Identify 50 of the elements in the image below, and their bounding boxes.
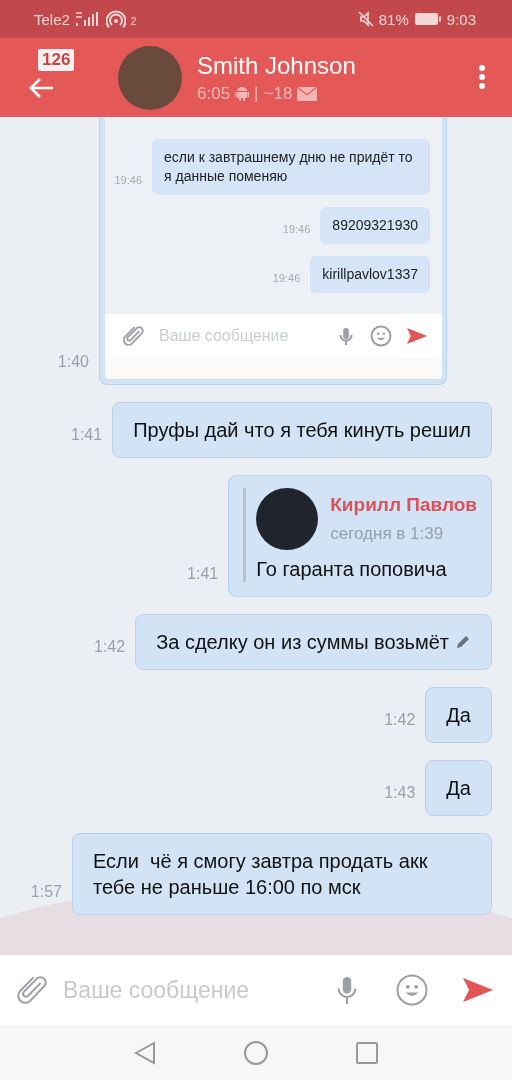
paperclip-icon[interactable] — [123, 325, 145, 347]
message-bubble: Пруфы дай что я тебя кинуть решил — [112, 402, 492, 458]
android-icon — [235, 85, 250, 102]
message-text: Го гаранта поповича — [256, 557, 448, 582]
message-time: 19:46 — [272, 271, 301, 284]
message-bubble: 89209321930 — [320, 206, 430, 244]
message-time: 1:41 — [187, 565, 219, 583]
distance-label: ~18 — [263, 83, 293, 104]
send-icon[interactable] — [462, 977, 494, 1003]
envelope-icon — [297, 86, 318, 101]
send-icon[interactable] — [406, 327, 428, 345]
message-time: 1:42 — [94, 638, 126, 656]
message-time: 1:41 — [71, 426, 103, 444]
battery-percent: 81% — [378, 10, 409, 28]
last-seen-time: 6:05 — [197, 83, 231, 104]
more-icon — [478, 63, 486, 90]
home-nav-icon[interactable] — [244, 1040, 268, 1065]
clock: 9:03 — [446, 10, 476, 28]
back-nav-icon[interactable] — [134, 1040, 156, 1065]
message-time: 19:46 — [114, 173, 142, 186]
mute-icon — [357, 11, 374, 27]
message-time: 1:42 — [384, 711, 416, 729]
hotspot-count: 2 — [130, 16, 137, 27]
unread-badge: 126 — [38, 49, 75, 71]
recents-nav-icon[interactable] — [356, 1041, 378, 1064]
message-bubble: Да — [425, 687, 492, 743]
message-bubble: Да — [425, 760, 492, 816]
message-time: 1:40 — [57, 353, 89, 371]
battery-icon — [413, 12, 442, 26]
separator: | — [254, 83, 259, 104]
message-bubble: Если чё я смогу завтра продать акк тебе не раньше 16:00 по мск — [72, 833, 492, 915]
carrier-label: Tele2 — [34, 10, 70, 28]
quote-author: Кирилл Павлов — [330, 492, 477, 517]
contact-name: Smith Johnson — [197, 51, 356, 80]
back-arrow-icon — [28, 76, 54, 99]
signal-icon — [74, 11, 101, 27]
emoji-icon[interactable] — [370, 325, 392, 347]
message-time: 1:57 — [30, 883, 62, 901]
message-time: 1:43 — [384, 784, 416, 802]
quote-date: сегодня в 1:39 — [330, 523, 445, 546]
message-bubble: kirillpavlov1337 — [310, 255, 430, 293]
pencil-icon — [455, 634, 471, 650]
emoji-icon[interactable] — [396, 974, 428, 1006]
paperclip-icon[interactable] — [17, 974, 49, 1006]
message-bubble: если к завтрашнему дню не придёт то я данные поменяю — [152, 139, 430, 195]
hotspot-icon — [105, 10, 126, 28]
more-button[interactable] — [476, 63, 488, 92]
message-input[interactable]: Ваше сообщение — [63, 976, 318, 1004]
message-bubble: За сделку он из суммы возьмёт — [135, 614, 492, 670]
message-time: 19:46 — [282, 222, 311, 235]
